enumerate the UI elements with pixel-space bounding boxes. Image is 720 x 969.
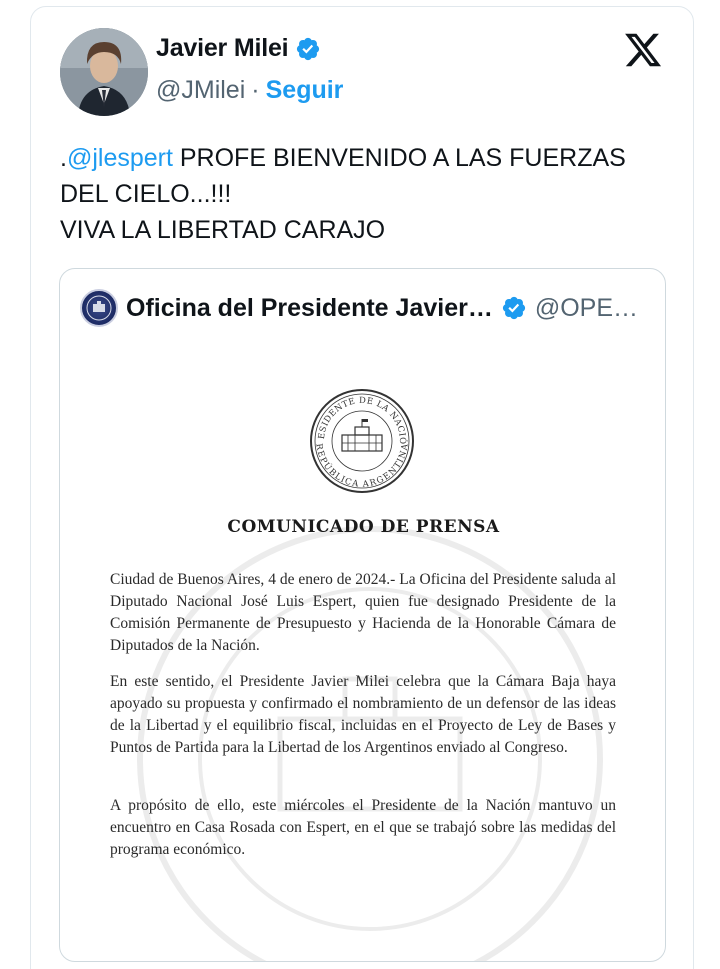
svg-text:REPÚBLICA ARGENTINA: REPÚBLICA ARGENTINA	[313, 443, 410, 490]
follow-button[interactable]: Seguir	[266, 76, 344, 105]
tweet-text-prefix: .	[60, 144, 67, 172]
document-title: COMUNICADO DE PRENSA	[227, 517, 500, 537]
separator-dot: ·	[251, 76, 260, 104]
seal-text-bottom: REPÚBLICA ARGENTINA	[313, 443, 410, 490]
document-paragraph: En este sentido, el Presidente Javier Mi…	[110, 673, 616, 756]
author-handle[interactable]: @JMilei	[156, 76, 245, 105]
author-display-name[interactable]: Javier Milei	[156, 34, 289, 63]
x-logo-icon[interactable]	[622, 30, 664, 70]
avatar[interactable]	[60, 28, 148, 116]
svg-text:PRESIDENTE DE LA NACIÓN: PRESIDENTE DE LA NACIÓN	[308, 387, 409, 445]
author-handle-row: @JMilei · Seguir	[156, 76, 343, 105]
author-name-row: Javier Milei	[156, 34, 321, 63]
tweet-text-line2: VIVA LA LIBERTAD CARAJO	[60, 216, 386, 244]
document-paragraph: A propósito de ello, este miércoles el P…	[110, 797, 616, 858]
press-release-image[interactable]: PRESIDENTE DE LA NACIÓN REPÚBLICA ARGENT…	[60, 269, 665, 961]
quoted-tweet[interactable]: Oficina del Presidente Javier… @OPE… ESI…	[59, 268, 666, 962]
presidential-seal-icon: PRESIDENTE DE LA NACIÓN REPÚBLICA ARGENT…	[308, 387, 414, 493]
document-paragraph: Ciudad de Buenos Aires, 4 de enero de 20…	[110, 571, 616, 654]
seal-text-top: PRESIDENTE DE LA NACIÓN	[308, 387, 409, 445]
tweet-text: .@jlespert PROFE BIENVENIDO A LAS FUERZA…	[60, 140, 680, 248]
mention-link[interactable]: @jlespert	[67, 144, 173, 172]
verified-badge-icon	[295, 36, 321, 62]
